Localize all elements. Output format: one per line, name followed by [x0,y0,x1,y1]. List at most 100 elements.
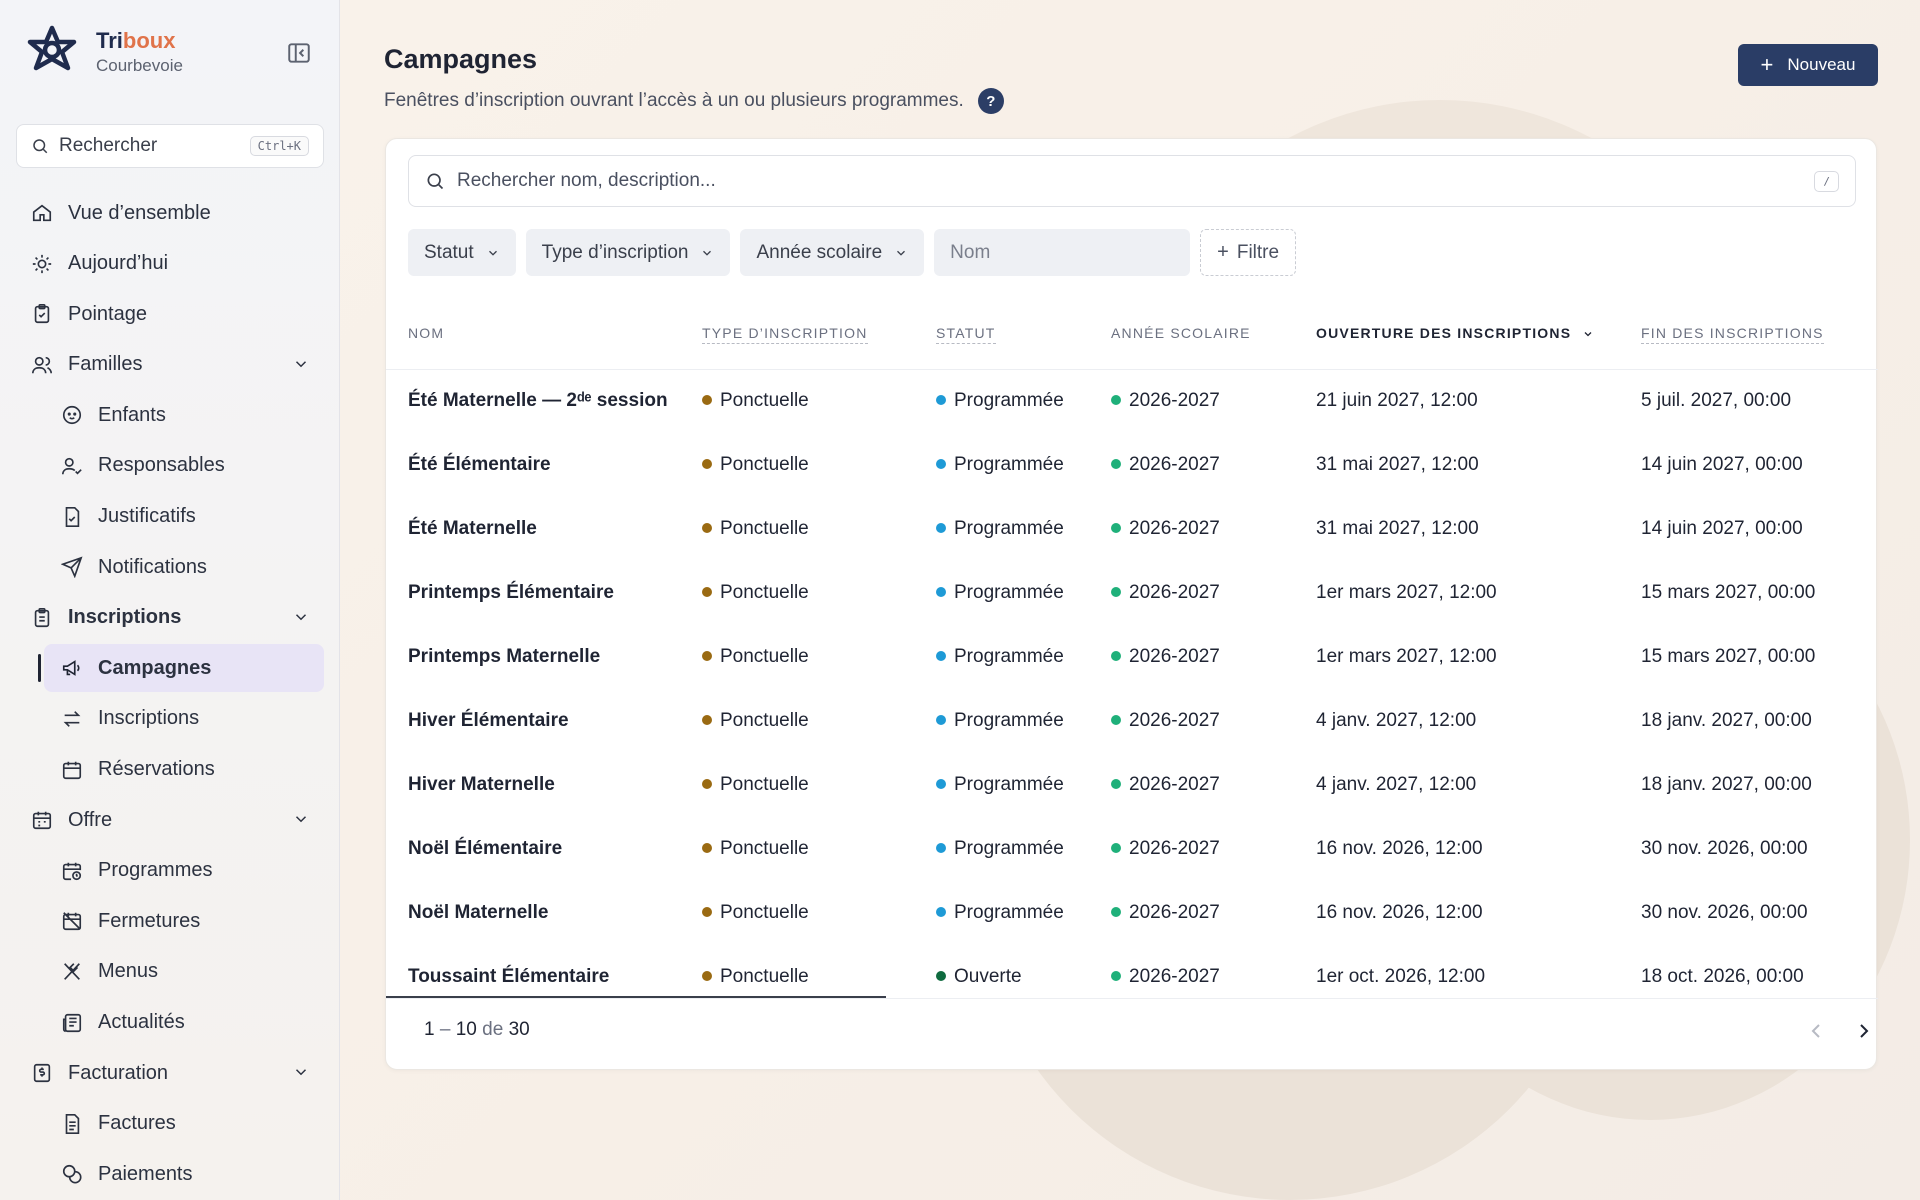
sidebar-item-responsables[interactable]: Responsables [16,442,324,490]
table-row[interactable]: Toussaint Élémentaire Ponctuelle Ouverte 20… [386,945,1878,1009]
sidebar-item-programmes[interactable]: Programmes [16,847,324,895]
sidebar-item-actualites[interactable]: Actualités [16,999,324,1047]
baby-icon [60,403,84,427]
cell-annee: 2026-2027 [1111,625,1316,689]
cell-fin: 18 janv. 2027, 00:00 [1641,710,1812,731]
cell-type: Ponctuelle [702,561,936,625]
chevron-down-icon [703,250,712,256]
sidebar-item-paiements[interactable]: Paiements [16,1150,324,1198]
sidebar-item-campagnes[interactable]: Campagnes [38,644,324,693]
calendar-off-icon [60,909,84,933]
chevron-down-icon [488,250,497,256]
table-row[interactable]: Noël Élémentaire Ponctuelle Programmée 2026… [386,817,1878,881]
megaphone-icon [60,656,84,680]
table-row[interactable]: Printemps Élémentaire Ponctuelle Programmé… [386,561,1878,625]
sidebar-item-factures[interactable]: Factures [16,1100,324,1148]
sidebar-item-facturation[interactable]: Facturation [16,1049,324,1097]
chevron-left-icon[interactable] [1804,1019,1828,1043]
cell-ouverture: 31 mai 2027, 12:00 [1316,518,1479,539]
status-dot [936,650,946,661]
sidebar-item-overview[interactable]: Vue d’ensemble [16,189,324,237]
status-dot [936,842,946,853]
cell-annee: 2026-2027 [1111,817,1316,881]
column-ouverture[interactable]: OUVERTURE DES INSCRIPTIONS [1316,297,1641,370]
brand[interactable]: Triboux Courbevoie [24,24,183,80]
status-dot [936,778,946,789]
campaigns-card: Rechercher nom, description... / Statut … [385,138,1878,1070]
sidebar-search-shortcut: Ctrl+K [249,136,309,156]
cell-nom: Printemps Maternelle [408,646,601,667]
sidebar-item-inscriptions[interactable]: Inscriptions [16,695,324,743]
sidebar-item-fermetures[interactable]: Fermetures [16,897,324,945]
search-icon [33,139,48,154]
cell-annee: 2026-2027 [1111,561,1316,625]
cell-fin: 30 nov. 2026, 00:00 [1641,838,1808,859]
sun-icon [30,252,54,276]
horizontal-scrollbar[interactable] [386,996,886,998]
status-dot [1111,906,1121,917]
cell-annee: 2026-2027 [1111,433,1316,497]
column-fin[interactable]: FIN DES INSCRIPTIONS [1641,297,1878,370]
sidebar-collapse-icon[interactable] [286,40,312,66]
cell-fin: 14 juin 2027, 00:00 [1641,518,1803,539]
sidebar-item-familles[interactable]: Familles [16,341,324,389]
cell-nom: Été Maternelle [408,518,537,539]
table-row[interactable]: Été Maternelle Ponctuelle Programmée 2026-2… [386,497,1878,561]
table-row[interactable]: Hiver Maternelle Ponctuelle Programmée 2026… [386,753,1878,817]
cell-annee: 2026-2027 [1111,369,1316,433]
column-statut[interactable]: STATUT [936,297,1111,370]
sidebar-item-notifications[interactable]: Notifications [16,543,324,591]
clipboard-list-icon [30,606,54,630]
sidebar-item-menus[interactable]: Menus [16,948,324,996]
cell-fin: 18 janv. 2027, 00:00 [1641,774,1812,795]
sidebar-item-today[interactable]: Aujourd’hui [16,240,324,288]
table-row[interactable]: Hiver Élémentaire Ponctuelle Programmée 202… [386,689,1878,753]
table-row[interactable]: Printemps Maternelle Ponctuelle Programmée… [386,625,1878,689]
chevron-right-icon[interactable] [1852,1019,1876,1043]
filter-type-inscription[interactable]: Type d’inscription [525,229,731,276]
cell-nom: Noël Maternelle [408,902,549,923]
table-row[interactable]: Été Maternelle — 2ᵈᵉ session Ponctuelle Pr… [386,369,1878,433]
chevron-down-icon [295,361,307,368]
cell-type: Ponctuelle [702,369,936,433]
sidebar-item-pointage[interactable]: Pointage [16,290,324,338]
sidebar-item-inscriptions-group[interactable]: Inscriptions [16,594,324,642]
filter-nom-input[interactable]: Nom [934,229,1191,276]
status-dot [936,586,946,597]
help-icon[interactable]: ? [977,88,1004,114]
cell-annee: 2026-2027 [1111,881,1316,945]
sidebar-item-offre[interactable]: Offre [16,796,324,844]
table-row[interactable]: Noël Maternelle Ponctuelle Programmée 2026-… [386,881,1878,945]
cell-statut: Programmée [936,753,1111,817]
sidebar-search[interactable]: Rechercher Ctrl+K [16,124,324,168]
column-nom[interactable]: NOM [386,297,702,370]
cell-ouverture: 16 nov. 2026, 12:00 [1316,902,1483,923]
cell-type: Ponctuelle [702,689,936,753]
new-campaign-button[interactable]: + Nouveau [1738,44,1878,86]
column-annee[interactable]: ANNÉE SCOLAIRE [1111,297,1316,370]
home-icon [30,201,54,225]
sidebar-item-justificatifs[interactable]: Justificatifs [16,493,324,541]
filter-annee-scolaire[interactable]: Année scolaire [740,229,925,276]
cell-statut: Programmée [936,561,1111,625]
receipt-icon [30,1061,54,1085]
calendar-grid-icon [30,808,54,832]
sidebar-item-reservations[interactable]: Réservations [16,746,324,794]
filter-statut[interactable]: Statut [408,229,516,276]
cell-annee: 2026-2027 [1111,497,1316,561]
cell-statut: Ouverte [936,945,1111,1009]
file-check-icon [60,505,84,529]
table-search-input[interactable]: Rechercher nom, description... / [408,155,1856,207]
status-dot [1111,842,1121,853]
column-type[interactable]: TYPE D’INSCRIPTION [702,297,936,370]
sidebar-item-enfants[interactable]: Enfants [16,391,324,439]
cell-nom: Été Élémentaire [408,454,551,475]
cell-type: Ponctuelle [702,625,936,689]
cell-statut: Programmée [936,369,1111,433]
cell-nom: Noël Élémentaire [408,838,563,859]
table-row[interactable]: Été Élémentaire Ponctuelle Programmée 2026-… [386,433,1878,497]
main-content: Campagnes Fenêtres d’inscription ouvrant… [340,0,1920,1200]
status-dot [702,522,712,533]
status-dot [1111,970,1121,981]
add-filter-button[interactable]: + Filtre [1200,229,1297,276]
